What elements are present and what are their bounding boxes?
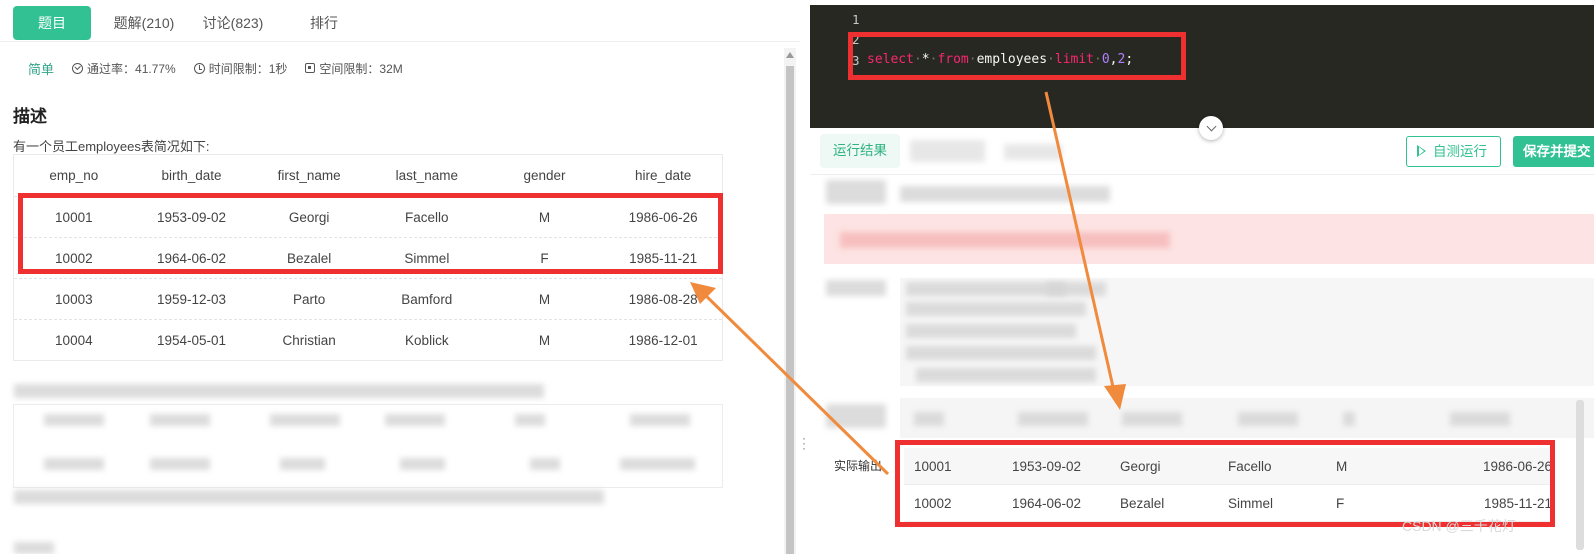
table-cell: 1986-08-28 [628,291,698,307]
redacted-text [906,282,1066,296]
time-limit-text: 时间限制：1秒 [208,61,288,76]
redacted-text [150,414,210,426]
space-limit: 空间限制：32M [305,60,403,77]
watermark: CSDN @三千花灯 [1402,518,1516,534]
clock-icon [193,62,205,74]
difficulty-badge: 简单 [28,61,55,77]
time-limit: 时间限制：1秒 [193,60,288,77]
table-cell: Koblick [405,332,449,348]
self-test-run-button[interactable]: 自测运行 [1406,136,1501,167]
chip-icon [305,63,316,73]
redacted-text [906,346,1096,360]
table-header-cell: last_name [395,168,458,183]
redacted-text [906,302,1086,316]
redacted-text [1450,412,1510,426]
table-header-cell: first_name [277,168,341,183]
table-cell: M [538,332,551,348]
annotation-box-source-rows [18,193,723,274]
redacted-text [400,458,445,470]
redacted-text [150,458,210,470]
redacted-text [900,186,1110,202]
scrollbar-thumb[interactable] [786,66,794,554]
redacted-text [1018,412,1088,426]
tab-solutions[interactable]: 题解(210) [104,6,184,40]
table-cell: Parto [293,291,326,307]
divider [810,174,1594,175]
chevron-down-icon [1206,121,1216,131]
table-header-row: emp_no birth_date first_name last_name g… [14,155,722,196]
line-number: 1 [852,12,860,27]
annotation-box-sql [848,32,1186,80]
redacted-text [826,180,886,204]
tab-ranking[interactable]: 排行 [290,6,358,40]
table-cell: M [538,291,551,307]
save-submit-button[interactable]: 保存并提交 [1513,136,1594,167]
redacted-text [1238,412,1298,426]
collapse-editor-button[interactable] [1199,116,1223,140]
table-cell: Bamford [401,291,453,307]
redacted-text [826,404,886,428]
redacted-text [280,458,325,470]
annotation-box-output [895,440,1555,527]
description-heading: 描述 [13,107,47,126]
table-header-cell: birth_date [161,168,222,183]
table-cell: Christian [282,332,336,348]
redacted-text [916,368,1096,382]
play-icon [1417,145,1426,157]
redacted-text [270,414,340,426]
redacted-tab [1004,144,1062,160]
pass-rate: 通过率：41.77% [72,60,176,77]
table-cell: 10003 [55,291,93,307]
redacted-table [13,404,723,488]
scroll-up-arrow-icon[interactable] [786,52,794,58]
redacted-text [826,280,886,296]
redacted-text [515,414,545,426]
redacted-text [906,324,1076,338]
problem-meta: 简单 通过率：41.77% 时间限制：1秒 空间限制：32M [28,58,403,78]
table-header-cell: emp_no [49,168,99,183]
redacted-text [14,542,54,554]
tab-run-result[interactable]: 运行结果 [820,134,900,168]
table-cell: 1954-05-01 [156,332,227,348]
redacted-text [1122,412,1182,426]
redacted-text [840,232,1170,248]
redacted-tab [910,140,985,162]
result-scrollbar[interactable] [1576,400,1584,550]
redacted-text [620,458,695,470]
space-limit-text: 空间限制：32M [319,61,403,76]
check-circle-icon [72,62,84,74]
redacted-text [385,414,445,426]
table-header-cell: gender [523,168,566,183]
self-test-run-label: 自测运行 [1433,144,1487,159]
problem-tabbar: 题目 题解(210) 讨论(823) 排行 [0,0,800,42]
description-text: 有一个员工employees表简况如下: [13,139,210,154]
table-cell: 10004 [55,332,93,348]
table-cell: 1986-12-01 [628,332,698,348]
redacted-text [44,414,104,426]
tab-discussion[interactable]: 讨论(823) [193,6,273,40]
redacted-text [14,490,604,504]
redacted-text [44,458,104,470]
redacted-text [14,384,544,398]
redacted-text [1046,282,1106,296]
pass-rate-text: 通过率：41.77% [87,61,176,76]
redacted-text [530,458,560,470]
problem-panel: 题目 题解(210) 讨论(823) 排行 简单 通过率：41.77% 时间限制… [0,0,800,554]
actual-output-label: 实际输出 [834,459,883,473]
table-header-cell: hire_date [635,168,692,183]
redacted-text [914,412,944,426]
redacted-text [1343,412,1355,426]
panel-resize-handle[interactable]: · · · [802,432,806,454]
table-row: 10004 1954-05-01 Christian Koblick M 198… [14,319,722,360]
redacted-text [630,414,690,426]
table-row: 10003 1959-12-03 Parto Bamford M 1986-08… [14,278,722,319]
tab-problem[interactable]: 题目 [13,6,91,40]
table-cell: 1959-12-03 [156,291,227,307]
